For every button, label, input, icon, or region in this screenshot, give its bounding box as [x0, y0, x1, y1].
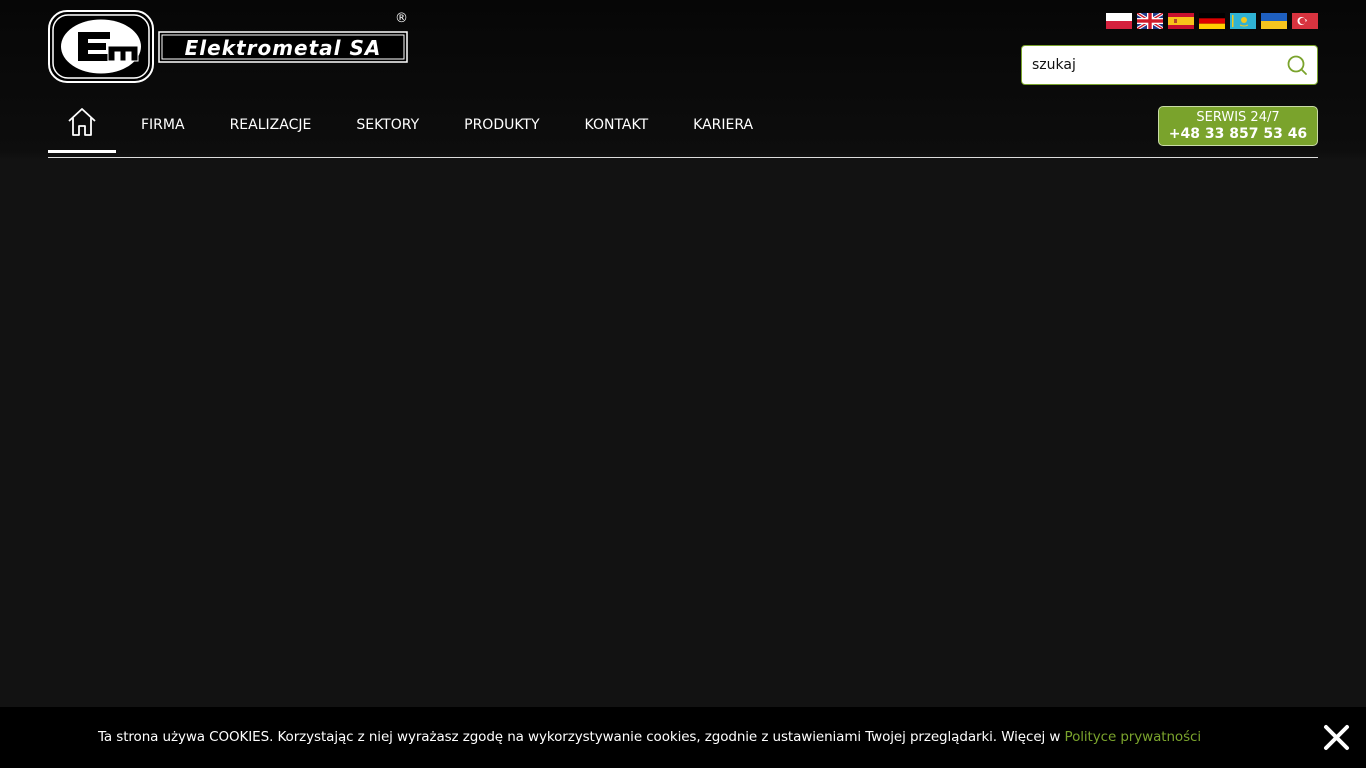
privacy-policy-link[interactable]: Polityce prywatności: [1065, 729, 1202, 745]
flag-turkey-icon[interactable]: [1292, 13, 1318, 29]
flag-ukraine-icon[interactable]: [1261, 13, 1287, 29]
search-box: [1021, 45, 1318, 85]
cookie-message: Ta strona używa COOKIES. Korzystając z n…: [98, 707, 1201, 768]
flag-germany-icon[interactable]: [1199, 13, 1225, 29]
nav-item-produkty[interactable]: PRODUKTY: [464, 100, 539, 150]
logo-wordmark: Elektrometal SA: [184, 36, 382, 60]
nav-item-kontakt[interactable]: KONTAKT: [585, 100, 649, 150]
cookie-message-text: Ta strona używa COOKIES. Korzystając z n…: [98, 729, 1065, 745]
nav-item-home[interactable]: [48, 100, 116, 153]
flag-poland-icon[interactable]: [1106, 13, 1132, 29]
nav-item-kariera[interactable]: KARIERA: [693, 100, 753, 150]
service-label: SERWIS 24/7: [1196, 110, 1280, 125]
nav-item-firma[interactable]: FIRMA: [141, 100, 185, 150]
close-icon[interactable]: [1323, 724, 1350, 751]
flag-kazakhstan-icon[interactable]: [1230, 13, 1256, 29]
flag-uk-icon[interactable]: [1137, 13, 1163, 29]
service-hotline-button[interactable]: SERWIS 24/7 +48 33 857 53 46: [1158, 106, 1318, 146]
page: Elektrometal SA ® szukaj FIRMA REALIZACJ…: [0, 0, 1366, 768]
service-phone: +48 33 857 53 46: [1168, 126, 1308, 142]
cookie-banner: Ta strona używa COOKIES. Korzystając z n…: [0, 707, 1366, 768]
registered-trademark-icon: ®: [395, 11, 408, 26]
main-navigation: FIRMA REALIZACJE SEKTORY PRODUKTY KONTAK…: [48, 100, 753, 156]
home-icon: [68, 108, 96, 136]
language-switcher: [1106, 13, 1318, 29]
flag-spain-icon[interactable]: [1168, 13, 1194, 29]
nav-divider: [48, 157, 1318, 158]
nav-item-realizacje[interactable]: REALIZACJE: [230, 100, 312, 150]
nav-item-sektory[interactable]: SEKTORY: [356, 100, 419, 150]
site-logo[interactable]: Elektrometal SA ®: [48, 10, 410, 84]
search-input[interactable]: [1022, 46, 1282, 84]
search-icon[interactable]: [1286, 54, 1308, 76]
